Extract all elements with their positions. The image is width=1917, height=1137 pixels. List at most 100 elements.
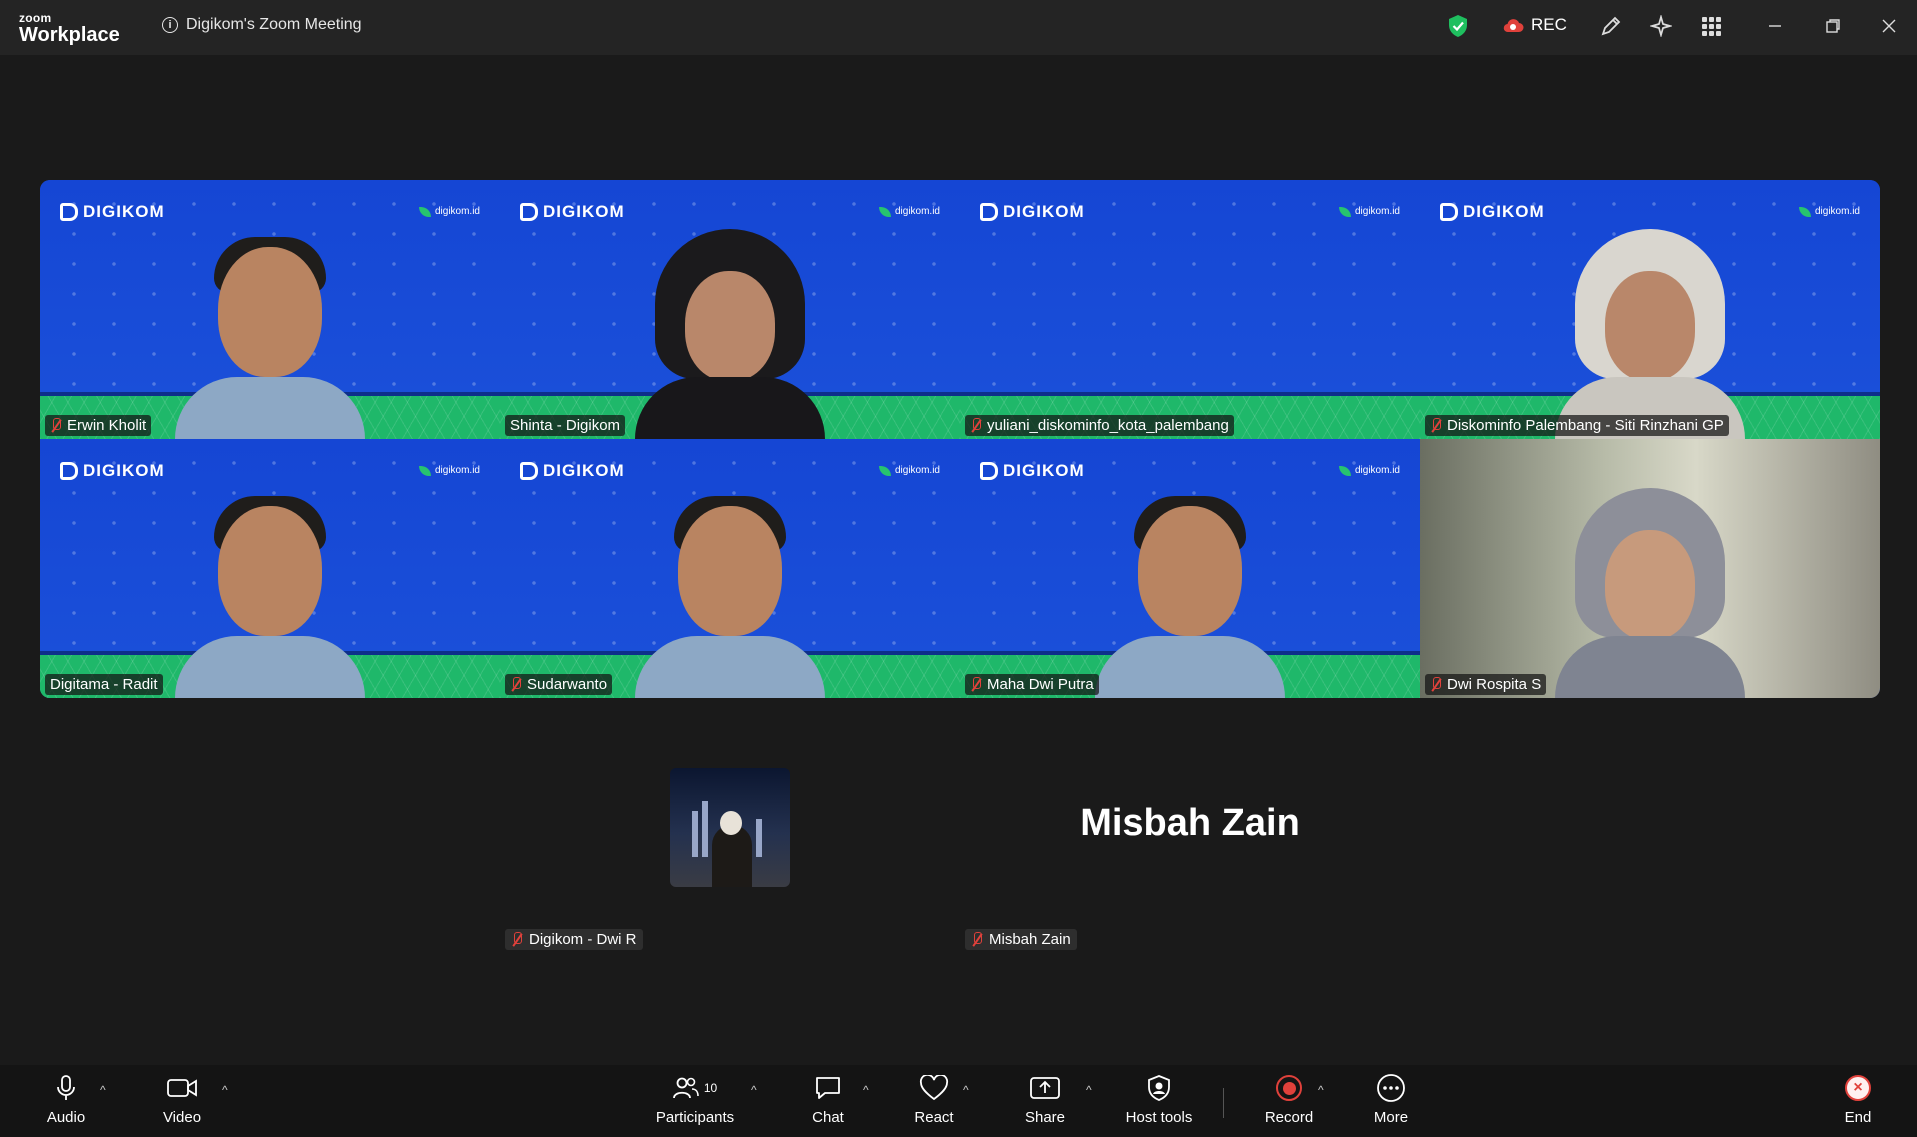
digikom-logo: DIGIKOM bbox=[520, 461, 625, 481]
digikom-logo: DIGIKOM bbox=[520, 202, 625, 222]
recording-indicator[interactable]: REC bbox=[1502, 15, 1567, 35]
participant-avatar-digikom-dwi-r[interactable] bbox=[670, 768, 790, 887]
react-options-chevron-icon[interactable]: ^ bbox=[963, 1083, 969, 1097]
participant-name: Misbah Zain bbox=[989, 931, 1071, 948]
site-watermark: digikom.id bbox=[418, 206, 480, 217]
share-options-chevron-icon[interactable]: ^ bbox=[1086, 1083, 1092, 1097]
participant-name-tag: Digitama - Radit bbox=[45, 674, 163, 695]
participant-video bbox=[175, 229, 365, 439]
muted-mic-icon bbox=[1430, 677, 1442, 692]
microphone-icon bbox=[55, 1073, 77, 1103]
meeting-info[interactable]: i Digikom's Zoom Meeting bbox=[162, 16, 362, 34]
participant-name: Sudarwanto bbox=[527, 676, 608, 693]
more-dots-icon bbox=[1376, 1073, 1406, 1103]
participant-name-tag: Maha Dwi Putra bbox=[965, 674, 1099, 695]
record-label: Record bbox=[1264, 1109, 1314, 1126]
participant-name-tag: Dwi Rospita S bbox=[1425, 674, 1547, 695]
brand-small: zoom bbox=[19, 11, 52, 25]
record-options-chevron-icon[interactable]: ^ bbox=[1318, 1083, 1324, 1097]
participant-tile[interactable]: DIGIKOM digikom.id yuliani_diskominfo_kota… bbox=[960, 180, 1420, 439]
restore-icon[interactable] bbox=[1820, 13, 1846, 39]
close-icon[interactable] bbox=[1876, 13, 1902, 39]
site-watermark: digikom.id bbox=[1798, 206, 1860, 217]
participant-name: yuliani_diskominfo_kota_palembang bbox=[987, 417, 1229, 434]
more-label: More bbox=[1373, 1109, 1409, 1126]
participant-name-tag: Sudarwanto bbox=[505, 674, 613, 695]
digikom-logo: DIGIKOM bbox=[980, 202, 1085, 222]
minimize-icon[interactable] bbox=[1762, 13, 1788, 39]
annotate-pen-icon[interactable] bbox=[1598, 13, 1624, 39]
muted-mic-icon bbox=[511, 932, 523, 947]
participant-tile[interactable]: DIGIKOM digikom.id Shinta - Digikom bbox=[500, 180, 960, 439]
participants-button[interactable]: 10 Participants bbox=[645, 1073, 745, 1126]
participants-label: Participants bbox=[655, 1109, 735, 1126]
muted-mic-icon bbox=[50, 418, 62, 433]
video-off-tag: Misbah Zain bbox=[965, 929, 1077, 950]
video-options-chevron-icon[interactable]: ^ bbox=[222, 1083, 228, 1097]
participant-tile[interactable]: DIGIKOM digikom.id Maha Dwi Putra bbox=[960, 439, 1420, 698]
muted-mic-icon bbox=[971, 932, 983, 947]
muted-mic-icon bbox=[970, 677, 982, 692]
cloud-record-icon bbox=[1503, 19, 1524, 33]
participant-tile[interactable]: DIGIKOM digikom.id Digitama - Radit bbox=[40, 439, 500, 698]
participant-tile[interactable]: DIGIKOM digikom.id Diskominfo Palembang - … bbox=[1420, 180, 1880, 439]
end-label: End bbox=[1844, 1109, 1872, 1126]
record-button[interactable]: Record bbox=[1244, 1073, 1334, 1126]
chat-options-chevron-icon[interactable]: ^ bbox=[863, 1083, 869, 1097]
participant-name-tag: Shinta - Digikom bbox=[505, 415, 626, 436]
end-meeting-button[interactable]: × End bbox=[1813, 1073, 1903, 1126]
gallery-view: DIGIKOM digikom.id Erwin Kholit DIGIKOM digi… bbox=[40, 180, 1880, 698]
apps-grid-icon[interactable] bbox=[1698, 13, 1724, 39]
heart-icon bbox=[919, 1073, 949, 1103]
participants-options-chevron-icon[interactable]: ^ bbox=[751, 1083, 757, 1097]
info-icon[interactable]: i bbox=[162, 17, 178, 33]
participant-video bbox=[175, 488, 365, 698]
end-x-icon: × bbox=[1845, 1075, 1871, 1101]
participant-name: Diskominfo Palembang - Siti Rinzhani GP bbox=[1447, 417, 1724, 434]
muted-mic-icon bbox=[510, 677, 522, 692]
participant-name: Digikom - Dwi R bbox=[529, 931, 637, 948]
participant-count: 10 bbox=[703, 1081, 718, 1095]
muted-mic-icon bbox=[970, 418, 982, 433]
participant-video bbox=[1555, 488, 1745, 698]
camera-icon bbox=[166, 1073, 198, 1103]
participant-video bbox=[635, 229, 825, 439]
video-button[interactable]: Video bbox=[137, 1073, 227, 1126]
host-shield-icon bbox=[1147, 1073, 1171, 1103]
title-bar: zoom Workplace i Digikom's Zoom Meeting … bbox=[0, 0, 1917, 55]
react-button[interactable]: React bbox=[889, 1073, 979, 1126]
chat-label: Chat bbox=[812, 1109, 844, 1126]
rec-label: REC bbox=[1531, 15, 1567, 34]
muted-mic-icon bbox=[1430, 418, 1442, 433]
participant-tile[interactable]: DIGIKOM digikom.id Erwin Kholit bbox=[40, 180, 500, 439]
host-tools-button[interactable]: Host tools bbox=[1112, 1073, 1206, 1126]
chat-button[interactable]: Chat bbox=[783, 1073, 873, 1126]
ai-companion-icon[interactable] bbox=[1648, 13, 1674, 39]
react-label: React bbox=[914, 1109, 954, 1126]
app-logo: zoom Workplace bbox=[19, 12, 120, 45]
participant-video bbox=[1555, 229, 1745, 439]
participant-tile[interactable]: DIGIKOM digikom.id Sudarwanto bbox=[500, 439, 960, 698]
participant-video bbox=[635, 488, 825, 698]
participant-name-tag: Erwin Kholit bbox=[45, 415, 152, 436]
participant-name: Maha Dwi Putra bbox=[987, 676, 1094, 693]
chat-bubble-icon bbox=[814, 1073, 842, 1103]
participant-tile[interactable]: Dwi Rospita S bbox=[1420, 439, 1880, 698]
digikom-logo: DIGIKOM bbox=[60, 461, 165, 481]
site-watermark: digikom.id bbox=[878, 465, 940, 476]
more-button[interactable]: More bbox=[1346, 1073, 1436, 1126]
brand-large: Workplace bbox=[19, 24, 120, 46]
participant-display-name: Misbah Zain bbox=[1080, 802, 1300, 844]
security-shield-icon[interactable] bbox=[1448, 14, 1468, 38]
host-tools-label: Host tools bbox=[1125, 1109, 1193, 1126]
audio-button[interactable]: Audio bbox=[21, 1073, 111, 1126]
video-label: Video bbox=[162, 1109, 202, 1126]
audio-label: Audio bbox=[46, 1109, 86, 1126]
participant-video bbox=[1095, 488, 1285, 698]
record-dot-icon bbox=[1276, 1075, 1302, 1101]
site-watermark: digikom.id bbox=[418, 465, 480, 476]
video-off-tag: Digikom - Dwi R bbox=[505, 929, 643, 950]
audio-options-chevron-icon[interactable]: ^ bbox=[100, 1083, 106, 1097]
share-button[interactable]: Share bbox=[1000, 1073, 1090, 1126]
participant-name: Digitama - Radit bbox=[50, 676, 158, 693]
